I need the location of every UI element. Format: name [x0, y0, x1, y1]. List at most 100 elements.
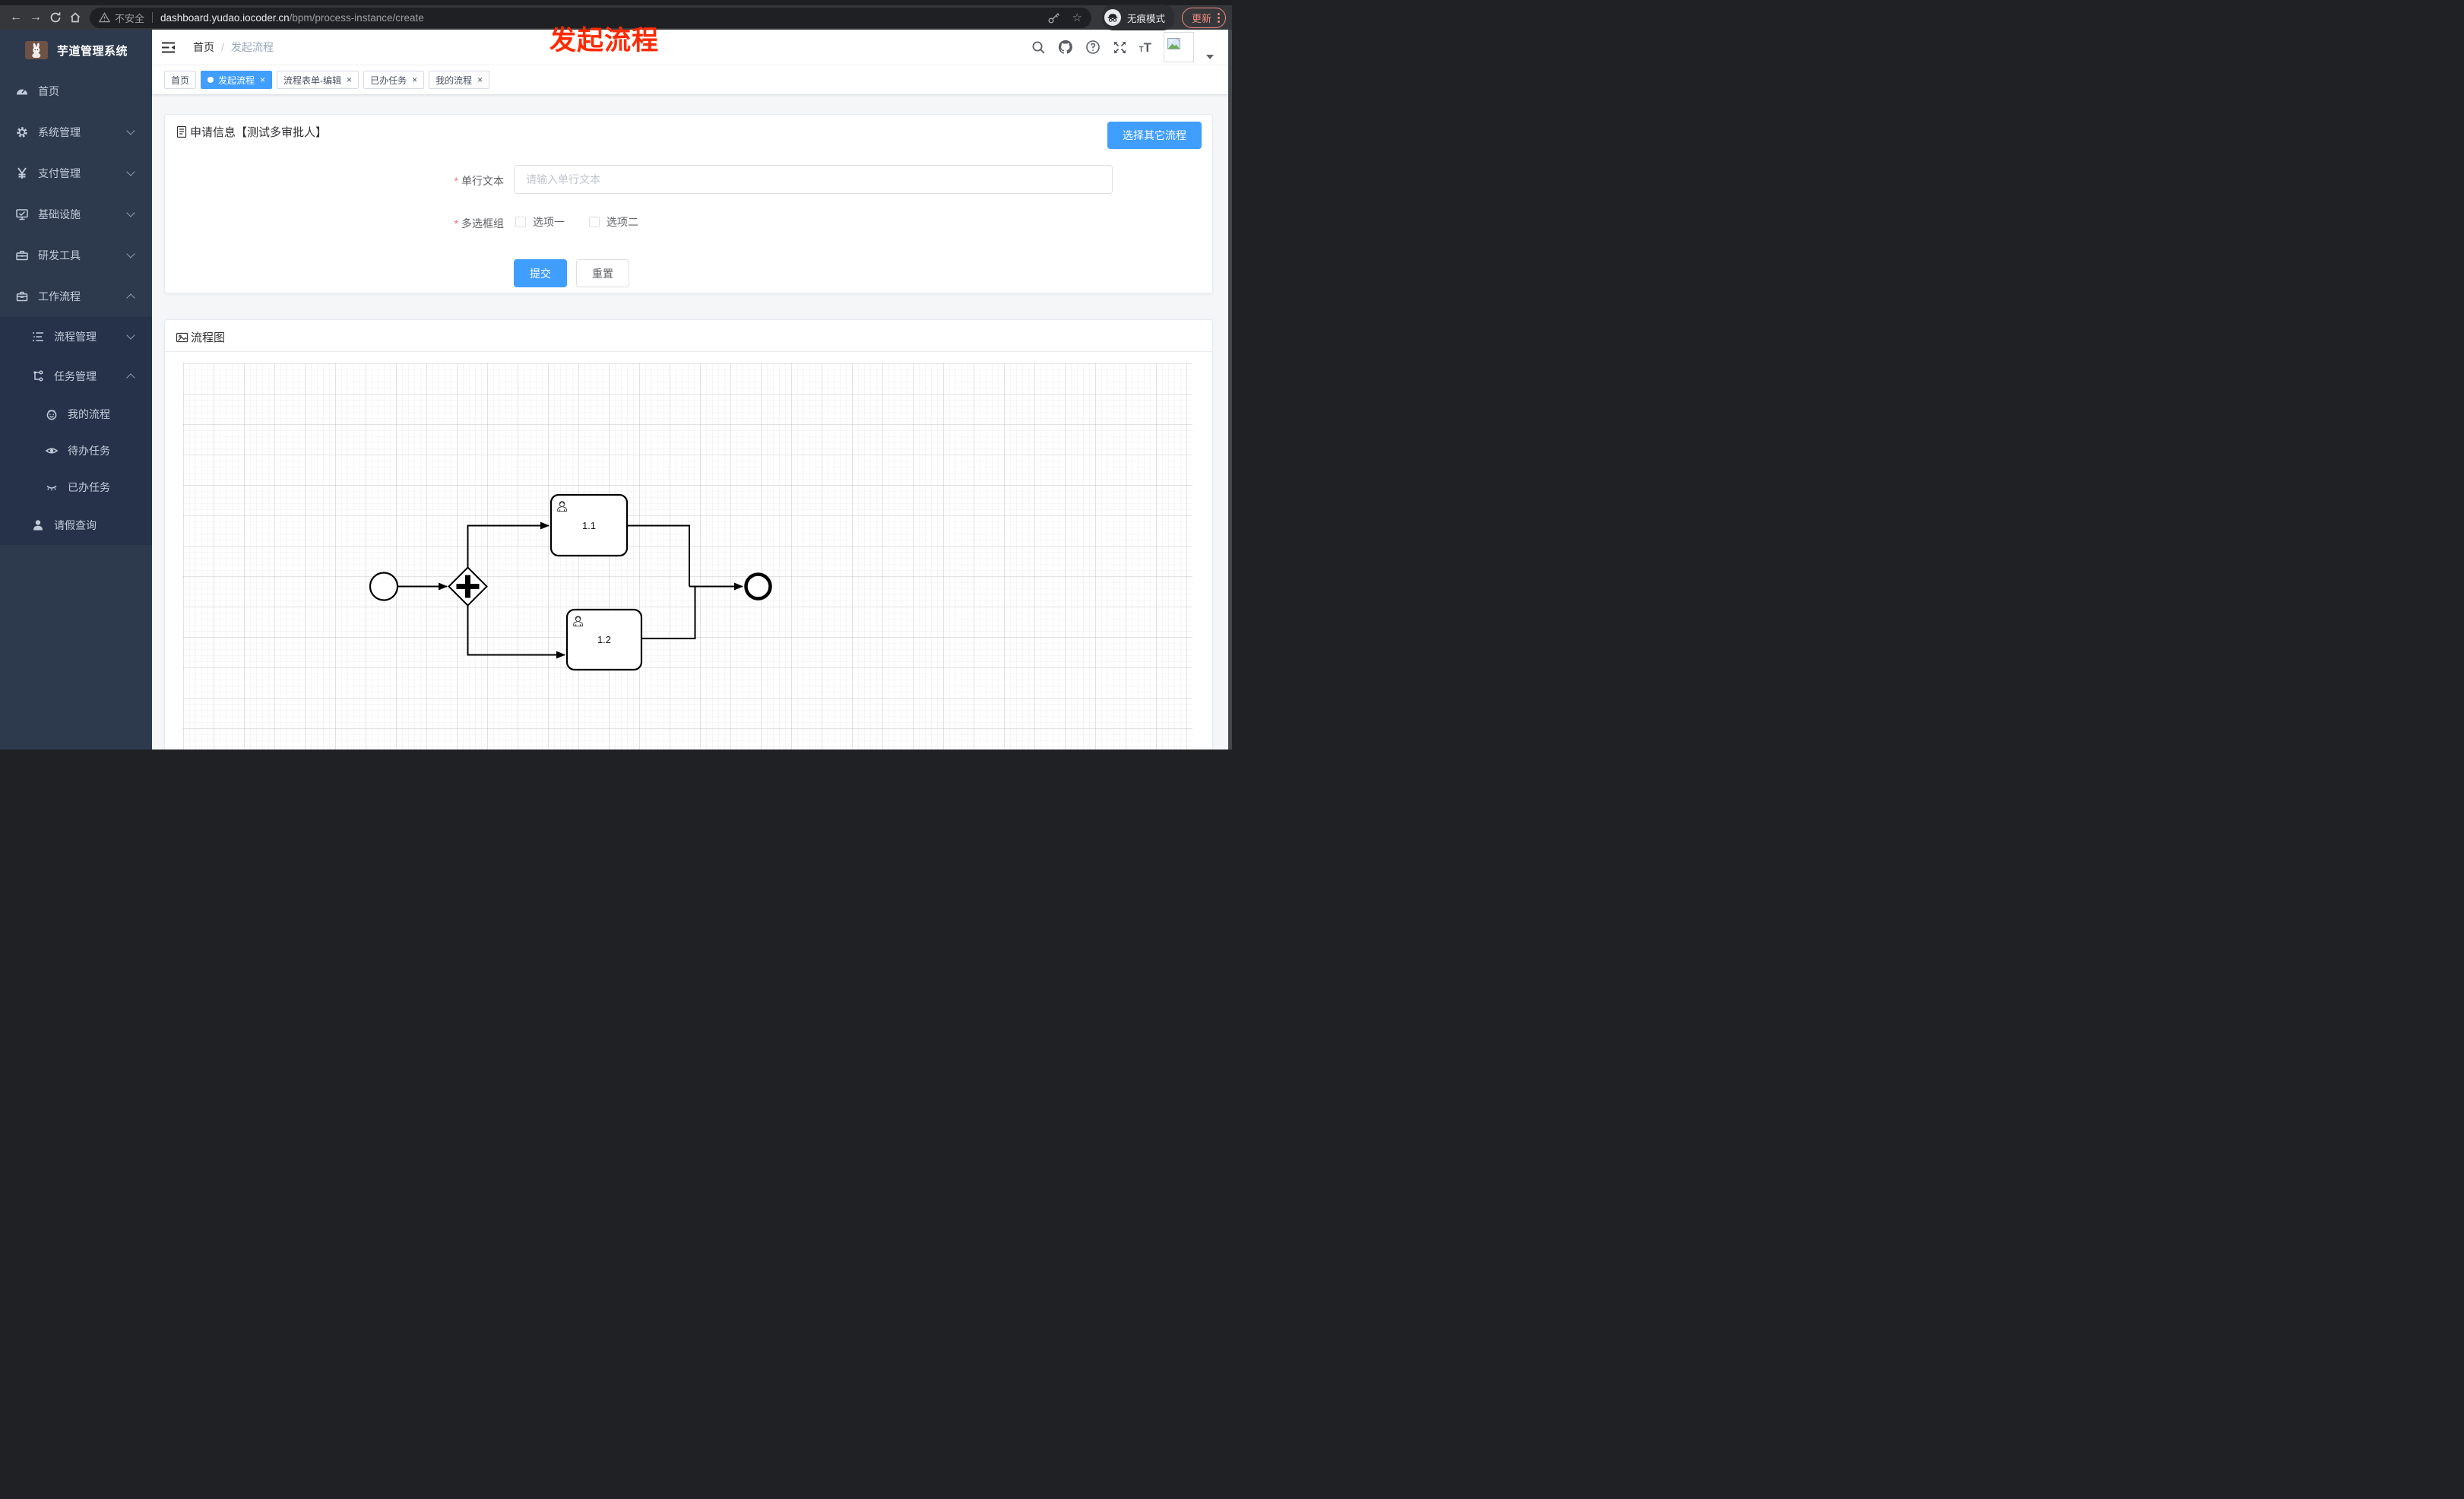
sidebar-item-dev-tools[interactable]: 研发工具: [0, 235, 152, 276]
tab-label: 流程表单-编辑: [283, 74, 342, 86]
bpmn-diagram: 1.1 1.2: [369, 493, 772, 671]
chevron-down-icon: [126, 167, 135, 176]
tab-my-process[interactable]: 我的流程 ×: [429, 71, 490, 89]
process-diagram-card: 流程图 1.1 1.2: [164, 319, 1213, 750]
sidebar-item-payment[interactable]: 支付管理: [0, 153, 152, 194]
sidebar-item-system[interactable]: 系统管理: [0, 112, 152, 153]
sidebar-item-workflow[interactable]: 工作流程: [0, 276, 152, 317]
close-icon[interactable]: ×: [477, 75, 483, 84]
sidebar-item-infrastructure[interactable]: 基础设施: [0, 194, 152, 235]
active-dot-icon: [207, 77, 214, 83]
sidebar-item-home[interactable]: 首页: [0, 71, 152, 112]
window-scrollbar[interactable]: [1228, 30, 1232, 750]
update-label: 更新: [1191, 12, 1211, 24]
yen-icon: [15, 166, 29, 180]
help-icon[interactable]: [1085, 40, 1101, 55]
sidebar-item-task-management[interactable]: 任务管理: [0, 357, 152, 396]
reload-icon[interactable]: [46, 8, 65, 27]
sidebar-item-leave-query[interactable]: 请假查询: [0, 505, 152, 545]
diagram-card-header: 流程图: [165, 320, 1212, 352]
sidebar-item-label: 系统管理: [38, 126, 81, 138]
single-line-text-input[interactable]: [514, 165, 1113, 194]
document-icon: [176, 125, 187, 138]
tab-home[interactable]: 首页: [164, 71, 197, 89]
avatar[interactable]: [1164, 32, 1194, 62]
key-icon[interactable]: [1047, 11, 1060, 24]
not-secure-warning-icon: [99, 12, 110, 23]
close-icon[interactable]: ×: [347, 75, 352, 84]
sidebar-item-label: 研发工具: [38, 249, 81, 261]
task-1-label: 1.1: [582, 520, 596, 531]
card-title-text: 流程图: [191, 331, 226, 344]
sidebar-item-label: 待办任务: [68, 445, 110, 457]
checkbox-group-label: * 多选框组: [454, 217, 504, 230]
tab-label: 首页: [171, 74, 190, 86]
page-content: 申请信息【测试多审批人】 选择其它流程 *单行文本 *多选框组 选项一 选项二: [152, 94, 1232, 750]
reset-button[interactable]: 重置: [576, 259, 629, 287]
search-icon[interactable]: [1031, 40, 1046, 55]
close-icon[interactable]: ×: [412, 75, 417, 84]
checkbox-icon[interactable]: [515, 217, 526, 227]
bpmn-canvas[interactable]: 1.1 1.2: [183, 363, 1192, 750]
avatar-caret-icon[interactable]: [1206, 55, 1214, 59]
flow-gateway-to-task1: [467, 521, 549, 568]
header-actions: TT: [1031, 32, 1214, 62]
breadcrumb-separator: /: [221, 41, 224, 53]
sidebar-item-label: 我的流程: [68, 408, 110, 420]
checkbox-option-1[interactable]: 选项一: [515, 214, 565, 230]
sidebar-item-todo-tasks[interactable]: 待办任务: [0, 433, 152, 469]
bpmn-end-event: [744, 572, 772, 601]
tab-done-tasks[interactable]: 已办任务 ×: [363, 71, 425, 89]
checkbox-option-2[interactable]: 选项二: [589, 214, 638, 230]
card-title: 流程图: [176, 329, 225, 345]
address-bar[interactable]: 不安全 dashboard.yudao.iocoder.cn/bpm/proce…: [90, 7, 1091, 28]
required-mark: *: [454, 175, 458, 187]
bpmn-start-event: [369, 572, 399, 601]
incognito-badge: 无痕模式: [1101, 5, 1174, 30]
flow-gateway-to-task2: [467, 605, 565, 659]
tab-label: 发起流程: [218, 74, 255, 86]
chevron-down-icon: [126, 208, 135, 217]
application-info-card: 申请信息【测试多审批人】 选择其它流程 *单行文本 *多选框组 选项一 选项二: [164, 114, 1213, 293]
choose-other-process-button[interactable]: 选择其它流程: [1107, 122, 1202, 149]
sidebar-item-done-tasks[interactable]: 已办任务: [0, 469, 152, 505]
card-title: 申请信息【测试多审批人】: [176, 124, 327, 140]
dashboard-icon: [15, 84, 29, 98]
chevron-up-icon: [126, 293, 135, 303]
github-icon[interactable]: [1058, 40, 1073, 55]
forward-icon[interactable]: →: [26, 8, 46, 27]
app-logo-row[interactable]: 芋道管理系统: [0, 30, 152, 71]
monitor-icon: [15, 208, 29, 221]
tab-process-form-edit[interactable]: 流程表单-编辑 ×: [277, 71, 359, 89]
main-area: 首页 / 发起流程 T T 首页 发起流程 × 流程表单-编辑 × 已办任务 ×…: [152, 30, 1232, 750]
sidebar: 芋道管理系统 首页 系统管理 支付管理 基础设施 研发工具 工作流程 流程管理 …: [0, 30, 152, 750]
back-icon[interactable]: ←: [6, 8, 26, 27]
broken-image-icon: [1167, 38, 1181, 49]
sidebar-collapse-icon[interactable]: [161, 41, 176, 54]
sidebar-item-my-process[interactable]: 我的流程: [0, 396, 152, 433]
submit-button[interactable]: 提交: [514, 259, 567, 287]
page-header: 首页 / 发起流程 T T: [152, 30, 1232, 65]
checkbox-label: 选项二: [606, 216, 638, 228]
tab-initiate-process[interactable]: 发起流程 ×: [201, 71, 273, 89]
gear-icon: [15, 125, 29, 139]
browser-update-button[interactable]: 更新: [1181, 7, 1226, 28]
text-field-label: * 单行文本: [454, 175, 504, 187]
chevron-down-icon: [126, 249, 135, 258]
breadcrumb-home[interactable]: 首页: [193, 40, 214, 55]
sidebar-item-process-management[interactable]: 流程管理: [0, 317, 152, 357]
font-size-icon[interactable]: TT: [1139, 41, 1152, 54]
sidebar-submenu-workflow: 流程管理 任务管理 我的流程 待办任务 已办任务 请假查询: [0, 317, 152, 545]
user-icon: [31, 518, 45, 532]
required-mark: *: [454, 217, 458, 230]
toolbox-icon: [15, 249, 29, 262]
url-host: dashboard.yudao.iocoder.cn: [160, 11, 290, 24]
close-icon[interactable]: ×: [260, 75, 265, 84]
url-divider: [152, 12, 154, 23]
fullscreen-icon[interactable]: [1113, 40, 1127, 55]
home-icon[interactable]: [65, 8, 85, 27]
bookmark-star-icon[interactable]: ☆: [1072, 11, 1082, 24]
checkbox-icon[interactable]: [589, 217, 600, 227]
sidebar-item-label: 支付管理: [38, 167, 81, 179]
browser-menu-icon[interactable]: [1218, 12, 1220, 23]
